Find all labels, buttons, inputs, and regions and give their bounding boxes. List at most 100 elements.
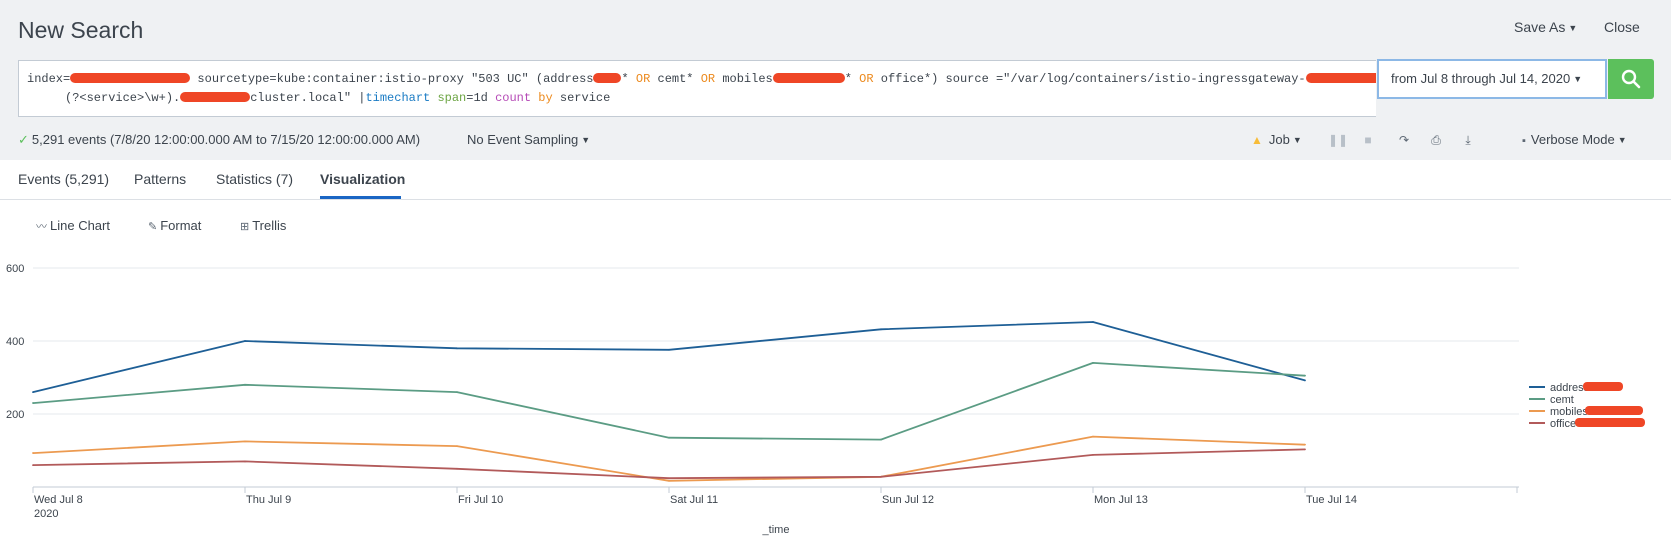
trellis-label: Trellis	[252, 218, 287, 233]
search-line-1: index= sourcetype=kube:container:istio-p…	[27, 70, 1376, 89]
active-tab-indicator	[320, 196, 401, 199]
redaction-mark	[1583, 382, 1623, 391]
y-tick-label: 400	[6, 336, 24, 348]
data-point-office	[880, 475, 882, 478]
check-icon: ✓	[18, 132, 29, 147]
query-operator: OR	[635, 72, 651, 86]
data-point-mobiles	[1092, 435, 1094, 438]
caret-down-icon: ▼	[1617, 135, 1627, 145]
x-axis-title: _time	[762, 524, 790, 536]
data-point-cemt	[1092, 362, 1094, 364]
data-point-address	[668, 348, 670, 351]
job-label: Job	[1268, 132, 1290, 147]
time-range-picker[interactable]: from Jul 8 through Jul 14, 2020 ▼	[1377, 59, 1607, 99]
share-icon[interactable]: ↷	[1396, 133, 1412, 147]
x-tick-label: Tue Jul 14	[1306, 494, 1357, 506]
query-text: service	[552, 91, 611, 105]
x-tick-label: Mon Jul 13	[1094, 494, 1148, 506]
print-icon[interactable]: ⎙	[1428, 133, 1444, 148]
search-icon	[1621, 69, 1641, 89]
query-function: count	[495, 91, 532, 105]
data-point-address	[880, 328, 882, 331]
format-label: Format	[160, 218, 202, 233]
tab-statistics[interactable]: Statistics (7)	[216, 171, 293, 187]
data-point-office	[1092, 453, 1094, 456]
y-tick-label: 200	[6, 409, 24, 421]
legend-label: mobiles	[1550, 406, 1588, 418]
data-point-cemt	[244, 383, 246, 386]
data-point-office	[32, 464, 34, 466]
pause-icon[interactable]: ❚❚	[1328, 133, 1348, 147]
y-tick-label: 600	[6, 263, 24, 275]
search-line-2: (?<service>\w+). cluster.local" |timechar…	[27, 89, 1368, 108]
data-point-address	[1304, 379, 1306, 382]
x-tick-label: Sat Jul 11	[670, 494, 718, 506]
caret-down-icon: ▼	[1568, 23, 1578, 33]
trellis-button[interactable]: ⊞ Trellis	[240, 218, 286, 233]
format-button[interactable]: ✎ Format	[148, 218, 201, 233]
query-text: index=	[27, 72, 71, 86]
query-argument: span	[437, 91, 467, 105]
query-command: timechart	[365, 91, 431, 105]
data-point-mobiles	[244, 440, 246, 443]
x-tick-label: 2020	[34, 508, 58, 520]
save-as-button[interactable]: Save As ▼	[1514, 19, 1577, 35]
tab-visualization[interactable]: Visualization	[320, 171, 405, 187]
warning-icon: ▲	[1251, 133, 1263, 147]
redaction-mark	[180, 92, 251, 102]
data-point-mobiles	[1304, 443, 1306, 446]
close-button[interactable]: Close	[1604, 19, 1640, 35]
data-point-cemt	[880, 438, 882, 441]
redaction-mark	[70, 73, 191, 83]
data-point-mobiles	[456, 445, 458, 448]
job-menu[interactable]: ▲ Job ▼	[1251, 132, 1302, 147]
x-tick-label: Fri Jul 10	[458, 494, 503, 506]
series-line-office	[32, 448, 1306, 480]
data-point-address	[1092, 321, 1094, 323]
search-input[interactable]: index= sourcetype=kube:container:istio-p…	[18, 60, 1376, 117]
caret-down-icon: ▼	[1573, 74, 1583, 84]
query-text: cluster.local" |	[250, 91, 366, 105]
x-tick-label: Thu Jul 9	[246, 494, 291, 506]
line-chart-icon: 〰	[36, 221, 47, 233]
query-text: mobiles	[715, 72, 773, 86]
search-button[interactable]	[1608, 59, 1654, 99]
data-point-mobiles	[32, 452, 34, 454]
data-point-address	[244, 340, 246, 342]
search-mode-dropdown[interactable]: ▪ Verbose Mode ▼	[1522, 132, 1627, 147]
export-icon[interactable]: ⤓	[1460, 133, 1476, 148]
series-line-address	[32, 321, 1306, 393]
data-point-office	[456, 467, 458, 470]
mode-label: Verbose Mode	[1530, 132, 1615, 147]
caret-down-icon: ▼	[581, 135, 591, 145]
data-point-cemt	[456, 391, 458, 393]
event-sampling-dropdown[interactable]: No Event Sampling ▼	[467, 132, 590, 147]
time-range-label: from Jul 8 through Jul 14, 2020	[1391, 71, 1571, 86]
chart-type-label: Line Chart	[50, 218, 110, 233]
tab-events[interactable]: Events (5,291)	[18, 171, 109, 187]
series-line-mobiles	[32, 435, 1306, 482]
pencil-icon: ✎	[148, 221, 158, 233]
chart-type-button[interactable]: 〰 Line Chart	[36, 218, 110, 234]
line-chart: 200 400 600 Wed Jul 8 2020 Thu Jul 9 Fri Jul 1…	[6, 263, 1645, 536]
data-point-address	[456, 347, 458, 350]
redaction-mark	[1305, 73, 1376, 83]
caret-down-icon: ▼	[1292, 135, 1302, 145]
sampling-label: No Event Sampling	[467, 132, 579, 147]
query-text: =1d	[466, 91, 496, 105]
data-point-office	[244, 460, 246, 463]
redaction-mark	[772, 73, 845, 83]
query-text: cemt*	[650, 72, 701, 86]
data-point-cemt	[1304, 374, 1306, 377]
x-tick-label: Wed Jul 8	[34, 494, 83, 506]
event-summary: ✓ 5,291 events (7/8/20 12:00:00.000 AM to…	[18, 132, 420, 148]
query-text: *	[621, 72, 636, 86]
redaction-mark	[593, 73, 622, 83]
stop-icon[interactable]: ■	[1360, 133, 1376, 147]
query-operator: OR	[700, 72, 716, 86]
tab-patterns[interactable]: Patterns	[134, 171, 186, 187]
x-tick-label: Sun Jul 12	[882, 494, 934, 506]
data-point-mobiles	[668, 479, 670, 482]
data-point-cemt	[668, 436, 670, 439]
page-title: New Search	[18, 17, 144, 43]
